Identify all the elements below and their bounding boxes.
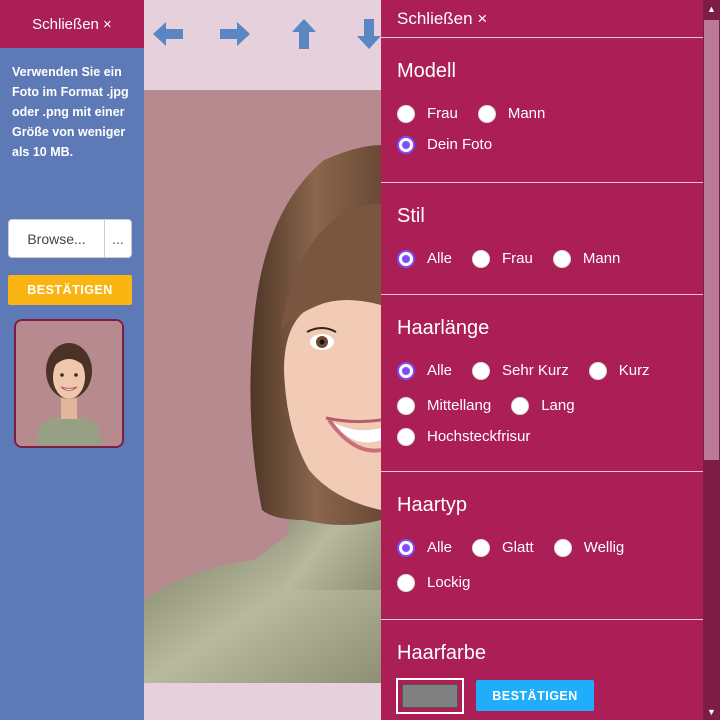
scroll-down-icon[interactable]: ▼ xyxy=(703,703,720,720)
upload-confirm-button[interactable]: BESTÄTIGEN xyxy=(8,275,132,305)
section-stil: Stil Alle Frau Mann xyxy=(381,183,703,295)
section-title-modell: Modell xyxy=(397,60,456,82)
section-title-haarlaenge: Haarlänge xyxy=(397,317,490,339)
radio-modell-dein-foto[interactable]: Dein Foto xyxy=(397,129,492,160)
radio-circle[interactable] xyxy=(511,396,530,415)
radio-circle-checked[interactable] xyxy=(397,361,415,380)
radio-circle[interactable] xyxy=(588,361,607,380)
preview-footer xyxy=(144,683,381,720)
radio-circle[interactable] xyxy=(477,104,496,123)
radio-haartyp-glatt[interactable]: Glatt xyxy=(472,532,534,563)
radio-stil-frau[interactable]: Frau xyxy=(472,243,533,274)
radio-haartyp-wellig[interactable]: Wellig xyxy=(553,532,624,563)
radio-stil-alle[interactable]: Alle xyxy=(397,243,452,274)
radio-haartyp-lockig[interactable]: Lockig xyxy=(397,567,470,598)
radio-circle[interactable] xyxy=(397,573,415,592)
radio-haarlaenge-lang[interactable]: Lang xyxy=(511,390,575,421)
arrow-right-icon[interactable] xyxy=(215,14,255,54)
radio-circle[interactable] xyxy=(397,104,415,123)
panel-confirm-button[interactable]: BESTÄTIGEN xyxy=(476,680,594,711)
radio-haarlaenge-alle[interactable]: Alle xyxy=(397,355,452,386)
radio-haartyp-alle[interactable]: Alle xyxy=(397,532,452,563)
radio-circle[interactable] xyxy=(472,361,491,380)
radio-circle[interactable] xyxy=(472,538,491,557)
radio-circle[interactable] xyxy=(397,396,415,415)
section-haartyp: Haartyp Alle Glatt Wellig Lockig xyxy=(381,472,703,620)
radio-circle[interactable] xyxy=(472,249,491,268)
radio-haarlaenge-sehr-kurz[interactable]: Sehr Kurz xyxy=(472,355,569,386)
radio-modell-mann[interactable]: Mann xyxy=(477,98,545,129)
scrollbar-thumb[interactable] xyxy=(704,20,719,460)
hair-color-picker[interactable] xyxy=(396,678,464,714)
radio-modell-frau[interactable]: Frau xyxy=(397,98,458,129)
arrow-left-icon[interactable] xyxy=(148,14,188,54)
browse-more-button[interactable]: ... xyxy=(105,220,131,257)
radio-haarlaenge-hochsteckfrisur[interactable]: Hochsteckfrisur xyxy=(397,421,530,452)
radio-circle[interactable] xyxy=(553,538,572,557)
section-title-haartyp: Haartyp xyxy=(397,494,468,516)
section-haarfarbe: Haarfarbe xyxy=(381,620,703,666)
panel-scrollbar[interactable]: ▲ ▼ xyxy=(703,0,720,720)
file-input[interactable]: Browse... ... xyxy=(8,219,132,258)
section-haarlaenge: Haarlänge Alle Sehr Kurz Kurz Mittellang… xyxy=(381,295,703,472)
radio-haarlaenge-mittellang[interactable]: Mittellang xyxy=(397,390,491,421)
section-title-stil: Stil xyxy=(397,205,425,227)
color-swatch-fill xyxy=(402,684,458,708)
filter-panel: Schließen × Modell Frau Mann Dein Foto S… xyxy=(381,0,703,720)
scroll-up-icon[interactable]: ▲ xyxy=(703,0,720,17)
radio-haarlaenge-kurz[interactable]: Kurz xyxy=(588,355,650,386)
upload-sidebar: Schließen × Verwenden Sie ein Foto im Fo… xyxy=(0,0,144,720)
section-title-haarfarbe: Haarfarbe xyxy=(397,642,486,664)
radio-stil-mann[interactable]: Mann xyxy=(552,243,620,274)
upload-hint: Verwenden Sie ein Foto im Format .jpg od… xyxy=(12,65,129,159)
hairstyle-preview xyxy=(144,90,381,683)
panel-close-button[interactable]: Schließen × xyxy=(381,0,703,38)
arrow-up-icon[interactable] xyxy=(284,14,324,54)
radio-circle-checked[interactable] xyxy=(397,249,415,268)
browse-button[interactable]: Browse... xyxy=(9,220,105,257)
radio-circle[interactable] xyxy=(552,249,571,268)
uploaded-photo-thumbnail[interactable] xyxy=(14,319,124,448)
radio-circle-checked[interactable] xyxy=(397,135,415,154)
navigation-toolbar xyxy=(144,0,381,90)
radio-circle[interactable] xyxy=(397,427,415,446)
sidebar-close-button[interactable]: Schließen × xyxy=(0,0,144,48)
radio-circle-checked[interactable] xyxy=(397,538,415,557)
section-modell: Modell Frau Mann Dein Foto xyxy=(381,38,703,183)
